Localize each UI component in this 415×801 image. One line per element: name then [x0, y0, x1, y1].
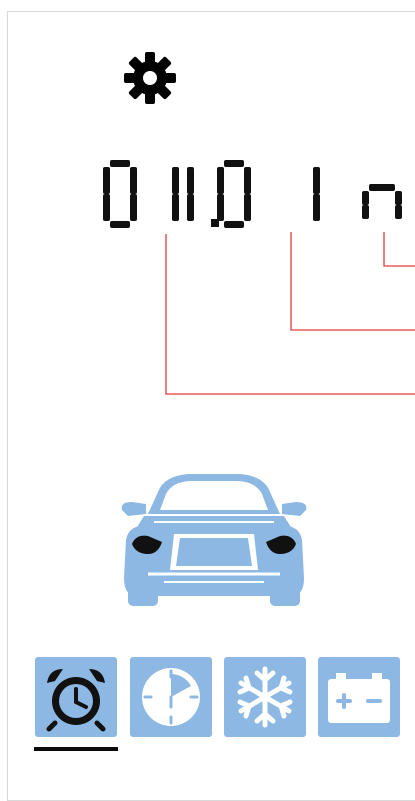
segment-4-b — [313, 167, 320, 194]
segment-5-a — [369, 184, 395, 191]
callout-line-unit — [383, 232, 415, 267]
active-tab-indicator — [34, 747, 118, 751]
segment-3-b — [244, 167, 251, 194]
decimal-point — [211, 219, 219, 227]
segment-2-c — [187, 194, 194, 221]
segment-0-c — [130, 194, 137, 221]
segment-0-a — [110, 160, 130, 167]
segment-3-e — [217, 194, 224, 221]
tab-timer[interactable] — [130, 657, 212, 737]
segment-3-a — [224, 160, 244, 167]
segment-2-b — [187, 167, 194, 194]
segment-0-f — [103, 167, 110, 194]
segment-0-e — [103, 194, 110, 221]
segment-5-b — [395, 191, 402, 205]
segment-3-c — [244, 194, 251, 221]
display-digits — [103, 160, 402, 228]
segment-5-f — [362, 191, 369, 205]
tab-climate[interactable] — [224, 657, 306, 737]
segment-1-b — [172, 167, 179, 194]
segment-5-c — [395, 205, 402, 219]
callout-lines — [165, 232, 415, 395]
segment-0-b — [130, 167, 137, 194]
segment-0-d — [110, 221, 130, 228]
car-illustration — [121, 474, 307, 606]
segment-4-c — [313, 194, 320, 221]
callout-line-fraction — [290, 232, 415, 331]
tab-alarm[interactable] — [35, 657, 117, 737]
tab-battery[interactable] — [318, 657, 400, 737]
segment-3-f — [217, 167, 224, 194]
segment-1-c — [172, 194, 179, 221]
battery-icon — [328, 673, 390, 723]
alarm-clock-icon — [46, 669, 106, 732]
segment-3-d — [224, 221, 244, 228]
seven-segment-display — [103, 160, 415, 395]
clock-timer-icon — [142, 668, 200, 726]
snowflake-icon — [237, 666, 293, 728]
segment-5-e — [362, 205, 369, 219]
